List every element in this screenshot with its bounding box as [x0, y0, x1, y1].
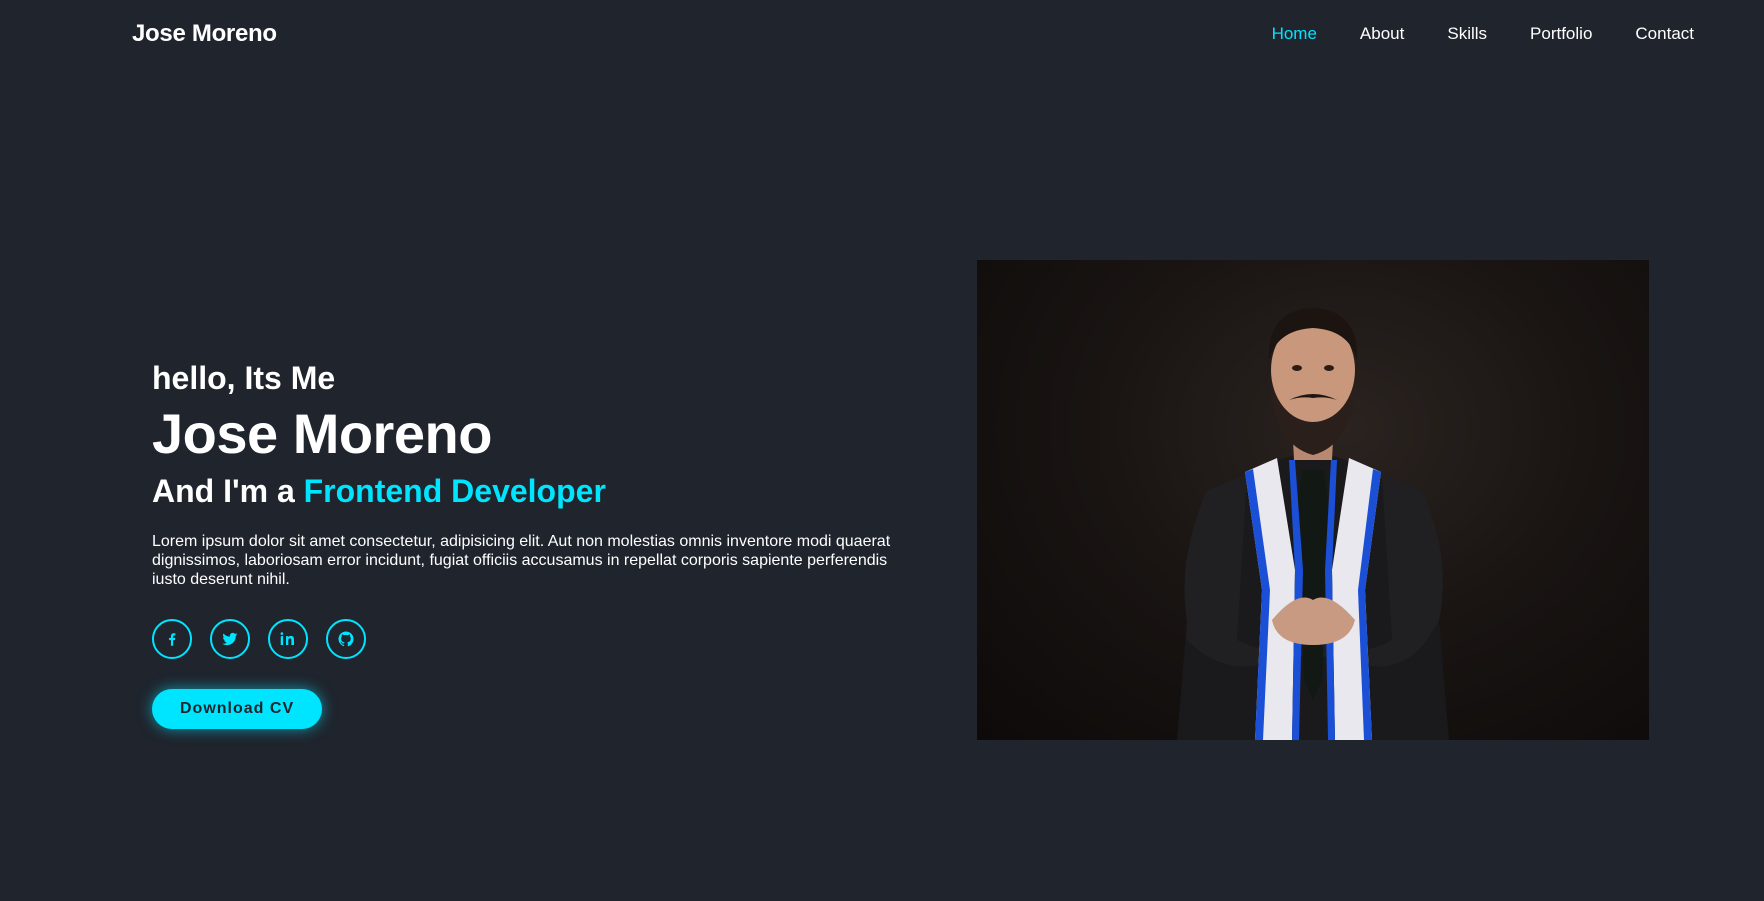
download-cv-button[interactable]: Download CV: [152, 689, 323, 729]
nav-about[interactable]: About: [1360, 24, 1404, 44]
hero-role: And I'm a Frontend Developer: [152, 470, 912, 512]
github-link[interactable]: [326, 619, 366, 659]
hero-content: hello, Its Me Jose Moreno And I'm a Fron…: [152, 356, 912, 729]
twitter-icon: [222, 632, 238, 646]
facebook-icon: [169, 633, 176, 646]
profile-photo: [977, 260, 1649, 740]
hero-name: Jose Moreno: [152, 402, 492, 465]
role-accent: Frontend Developer: [303, 473, 606, 509]
linkedin-icon: [280, 632, 294, 645]
portrait-illustration: [1177, 308, 1449, 740]
role-prefix: And I'm a: [152, 473, 304, 509]
main-nav: Home About Skills Portfolio Contact: [1229, 24, 1694, 44]
nav-portfolio[interactable]: Portfolio: [1530, 24, 1592, 44]
site-header: Jose Moreno Home About Skills Portfolio …: [0, 0, 1764, 72]
twitter-link[interactable]: [210, 619, 250, 659]
nav-skills[interactable]: Skills: [1447, 24, 1487, 44]
nav-home[interactable]: Home: [1272, 24, 1317, 44]
github-icon: [338, 631, 354, 647]
hero-greeting: hello, Its Me: [152, 360, 336, 396]
hero-description: Lorem ipsum dolor sit amet consectetur, …: [152, 533, 891, 588]
social-links: [152, 619, 912, 659]
linkedin-link[interactable]: [268, 619, 308, 659]
facebook-link[interactable]: [152, 619, 192, 659]
logo[interactable]: Jose Moreno: [132, 20, 277, 48]
nav-contact[interactable]: Contact: [1635, 24, 1694, 44]
